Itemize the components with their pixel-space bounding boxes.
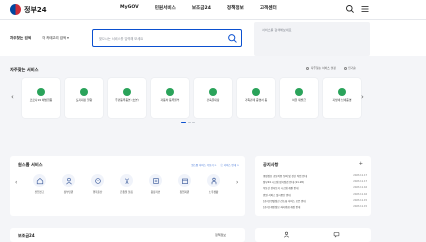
notice-title: 공지사항 xyxy=(263,162,279,167)
prev-arrow-icon[interactable]: ‹ xyxy=(11,93,14,101)
service-card[interactable]: 코로나19 예방접종 xyxy=(22,78,60,118)
radio-icon xyxy=(306,66,310,70)
side-card-text: 서비스를 검색해보세요 xyxy=(262,28,292,32)
one-stop-links: 원스톱 서비스 더보기 > ⓘ 서비스 안내 > xyxy=(187,163,239,167)
notice-item[interactable]: [공지] 개인정보 처리방침 개정 안내 2023.11.15 xyxy=(263,205,367,211)
pagination-dot[interactable] xyxy=(181,122,186,124)
notice-item-date: 2023.11.15 xyxy=(353,204,367,208)
one-stop-item[interactable]: 전입신고 xyxy=(25,174,54,194)
one-stop-item[interactable]: 노후생활 xyxy=(199,174,228,194)
header: 정부24 MyGOV 민원서비스 보조금24 정책정보 고객센터 xyxy=(0,0,426,20)
nav-subsidy24[interactable]: 보조금24 xyxy=(192,5,211,11)
next-arrow-icon[interactable]: › xyxy=(361,93,364,101)
frequent-service-cards: 코로나19 예방접종 토지대장 열람 주민등록등본 (초본) 자동차 등록원부 … xyxy=(22,78,366,118)
chat-icon[interactable] xyxy=(333,231,340,238)
person-icon xyxy=(65,177,72,184)
service-card[interactable]: 지방세 납세증명 xyxy=(323,78,361,118)
one-stop-item-label: 노후생활 xyxy=(208,191,219,194)
one-stop-item[interactable]: 중장기인 xyxy=(141,174,170,194)
prev-arrow-icon[interactable]: ‹ xyxy=(15,179,17,186)
service-card-label: 토지대장 열람 xyxy=(75,98,93,102)
logo[interactable]: 정부24 xyxy=(10,4,47,15)
one-stop-item-label: 전입신고 xyxy=(34,191,45,194)
carousel-pagination xyxy=(181,122,197,124)
pagination-dot[interactable] xyxy=(192,122,195,124)
service-badge-icon xyxy=(123,88,131,96)
one-stop-item-label: 창업지원 xyxy=(179,191,190,194)
calendar-icon xyxy=(181,178,188,184)
baby-icon xyxy=(94,177,101,184)
one-stop-item-label: 중장기인 xyxy=(150,191,161,194)
book-icon xyxy=(152,177,159,184)
one-stop-services-panel: 원스톱 서비스 원스톱 서비스 더보기 > ⓘ 서비스 안내 > ‹ 전입신고 … xyxy=(10,156,245,216)
person-icon[interactable] xyxy=(283,231,290,238)
search-input[interactable]: 찾으시는 서비스를 입력해 보세요 xyxy=(92,29,242,47)
search-area: 자주찾는 검색 각 카테고리 검색 ▾ 찾으시는 서비스를 입력해 보세요 서비… xyxy=(0,20,426,56)
service-card-label: 코로나19 예방접종 xyxy=(29,98,53,102)
ribbon-icon xyxy=(124,177,129,184)
one-stop-guide-link[interactable]: ⓘ 서비스 안내 > xyxy=(221,163,239,167)
service-card-label: 가족관계 증명서 등 xyxy=(244,98,268,102)
service-badge-icon xyxy=(37,88,45,96)
subsidy-title: 보조금24 xyxy=(18,233,35,238)
service-badge-icon xyxy=(166,88,174,96)
search-label: 자주찾는 검색 xyxy=(10,36,32,40)
nav-civil-service[interactable]: 민원서비스 xyxy=(155,5,176,11)
service-card-label: 지방세 납세증명 xyxy=(332,98,352,102)
side-info-card[interactable]: 서비스를 검색해보세요 xyxy=(254,22,370,56)
search-button-icon[interactable] xyxy=(227,33,238,44)
nav-policy-info[interactable]: 정책정보 xyxy=(227,5,244,11)
one-stop-item-label: 온종일 돌봄 xyxy=(120,191,133,194)
one-stop-item-label: 정부민원 xyxy=(63,191,74,194)
elder-icon xyxy=(211,177,216,184)
one-stop-item[interactable]: 행복출산 xyxy=(83,174,112,194)
notice-panel: 공지사항 + 행정정보 공동이용 동의 및 전산 작업 안내 2023.11.17… xyxy=(255,156,371,216)
service-badge-icon xyxy=(209,88,217,96)
frequent-services-title: 자주찾는 서비스 xyxy=(10,67,39,72)
global-nav: MyGOV 민원서비스 보조금24 정책정보 고객센터 xyxy=(120,5,293,11)
service-badge-icon xyxy=(252,88,260,96)
service-badge-icon xyxy=(338,88,346,96)
service-card[interactable]: 가족관계 증명서 등 xyxy=(237,78,275,118)
menu-icon[interactable] xyxy=(360,4,370,14)
service-card-label: 주민등록등본 (초본) xyxy=(115,98,139,102)
one-stop-item[interactable]: 정부민원 xyxy=(54,174,83,194)
service-badge-icon xyxy=(80,88,88,96)
nav-mygov[interactable]: MyGOV xyxy=(120,5,139,11)
search-category-select[interactable]: 각 카테고리 검색 ▾ xyxy=(42,35,69,40)
pagination-dot[interactable] xyxy=(187,122,191,124)
service-card-label: 자동차 등록원부 xyxy=(160,98,180,102)
one-stop-item[interactable]: 창업지원 xyxy=(170,174,199,194)
taeguk-logo-icon xyxy=(10,4,21,15)
one-stop-items: 전입신고 정부민원 행복출산 온종일 돌봄 중장기인 창업지원 노후생활 xyxy=(25,174,228,194)
service-card[interactable]: 자동차 등록원부 xyxy=(151,78,189,118)
option-custom[interactable]: 자주찾는 서비스 설정 xyxy=(306,66,336,70)
search-placeholder: 찾으시는 서비스를 입력해 보세요 xyxy=(99,37,144,41)
service-card-label: 건축물대장 xyxy=(206,98,220,102)
house-icon xyxy=(36,177,43,184)
policy-info-link[interactable]: 정책정보 xyxy=(215,233,226,237)
notice-more-icon[interactable]: + xyxy=(359,161,363,167)
service-card-label: 여권 재발급 xyxy=(292,98,306,102)
service-card[interactable]: 건축물대장 xyxy=(194,78,232,118)
one-stop-more-link[interactable]: 원스톱 서비스 더보기 > xyxy=(191,163,216,167)
one-stop-item-label: 행복출산 xyxy=(92,191,103,194)
one-stop-title: 원스톱 서비스 xyxy=(18,162,43,167)
next-arrow-icon[interactable]: › xyxy=(236,179,238,186)
search-icon[interactable] xyxy=(345,4,355,14)
one-stop-item[interactable]: 온종일 돌봄 xyxy=(112,174,141,194)
nav-customer-center[interactable]: 고객센터 xyxy=(260,5,277,11)
notice-item-title: [공지] 개인정보 처리방침 개정 안내 xyxy=(263,205,301,209)
frequent-options: 자주찾는 서비스 설정 인기순 xyxy=(298,66,356,70)
service-card[interactable]: 여권 재발급 xyxy=(280,78,318,118)
service-badge-icon xyxy=(295,88,303,96)
logo-text: 정부24 xyxy=(24,5,47,14)
service-card[interactable]: 주민등록등본 (초본) xyxy=(108,78,146,118)
service-card[interactable]: 토지대장 열람 xyxy=(65,78,103,118)
option-popular[interactable]: 인기순 xyxy=(343,66,356,70)
notice-list: 행정정보 공동이용 동의 및 전산 작업 안내 2023.11.17 정부24 시… xyxy=(263,174,367,211)
radio-icon xyxy=(343,66,347,70)
